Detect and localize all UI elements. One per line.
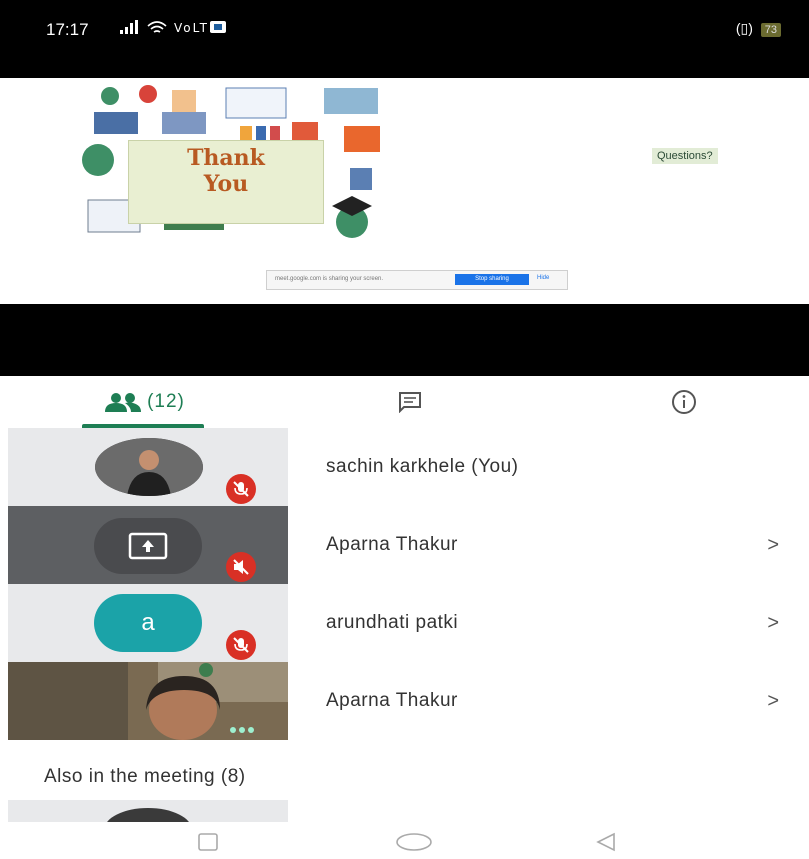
mic-off-icon bbox=[226, 630, 256, 660]
avatar: a bbox=[94, 594, 202, 652]
chevron-right-icon[interactable]: > bbox=[767, 662, 779, 740]
chat-icon bbox=[399, 392, 421, 413]
screen-share-avatar bbox=[94, 518, 202, 574]
participant-row[interactable]: a arundhati patki > bbox=[8, 584, 809, 662]
participant-tile[interactable] bbox=[8, 800, 288, 822]
status-time: 17:17 bbox=[46, 20, 89, 39]
battery-indicator: (▯) 73 bbox=[736, 20, 781, 37]
present-screen-icon bbox=[128, 532, 168, 560]
also-in-meeting-heading: Also in the meeting (8) bbox=[44, 766, 246, 787]
participant-name: Aparna Thakur bbox=[326, 690, 458, 711]
meeting-tabs: (12) bbox=[0, 376, 809, 428]
participant-row[interactable]: sachin karkhele (You) bbox=[8, 428, 809, 506]
questions-label: Questions? bbox=[652, 148, 718, 164]
home-button[interactable] bbox=[394, 832, 434, 852]
system-nav-bar bbox=[0, 822, 809, 859]
video-letterbox bbox=[0, 304, 809, 376]
thank-you-card: Thank You bbox=[128, 140, 324, 224]
recent-apps-button[interactable] bbox=[196, 832, 220, 852]
people-count: (12) bbox=[147, 391, 185, 412]
participant-tile bbox=[8, 662, 288, 740]
people-icon bbox=[105, 393, 142, 412]
participant-tile bbox=[8, 506, 288, 584]
tab-chat[interactable] bbox=[380, 376, 440, 428]
participant-tile: a bbox=[8, 584, 288, 662]
info-icon bbox=[672, 390, 696, 414]
tab-info[interactable] bbox=[654, 376, 714, 428]
battery-icon: 73 bbox=[760, 23, 781, 37]
tab-people[interactable]: (12) bbox=[82, 376, 208, 428]
hide-button[interactable]: Hide bbox=[537, 275, 549, 281]
participant-row[interactable]: Aparna Thakur > bbox=[8, 662, 809, 740]
mic-off-icon bbox=[226, 474, 256, 504]
participant-name: sachin karkhele (You) bbox=[326, 456, 519, 477]
chevron-right-icon[interactable]: > bbox=[767, 506, 779, 584]
avatar bbox=[95, 438, 203, 496]
stop-sharing-button[interactable]: Stop sharing bbox=[455, 274, 529, 285]
thank-you-line1: Thank bbox=[187, 145, 265, 171]
participant-tile bbox=[8, 428, 288, 506]
back-button[interactable] bbox=[594, 832, 618, 852]
chevron-right-icon[interactable]: > bbox=[767, 584, 779, 662]
presentation-screen[interactable]: ONLINE EDUCATION Thank You Questions? me… bbox=[8, 78, 809, 304]
signal-wifi-icons: VoLTE bbox=[118, 18, 228, 41]
participant-name: Aparna Thakur bbox=[326, 534, 458, 555]
share-bar-text: meet.google.com is sharing your screen. bbox=[275, 276, 384, 282]
vibrate-icon: (▯) bbox=[735, 20, 753, 36]
thank-you-line2: You bbox=[203, 171, 249, 197]
participant-name: arundhati patki bbox=[326, 612, 459, 633]
status-bar: 17:17 VoLTE (▯) 73 bbox=[0, 0, 809, 78]
participant-row[interactable]: Aparna Thakur > bbox=[8, 506, 809, 584]
screen-share-bar: meet.google.com is sharing your screen. … bbox=[266, 270, 568, 290]
speaking-indicator bbox=[230, 720, 257, 738]
volume-off-icon bbox=[226, 552, 256, 582]
